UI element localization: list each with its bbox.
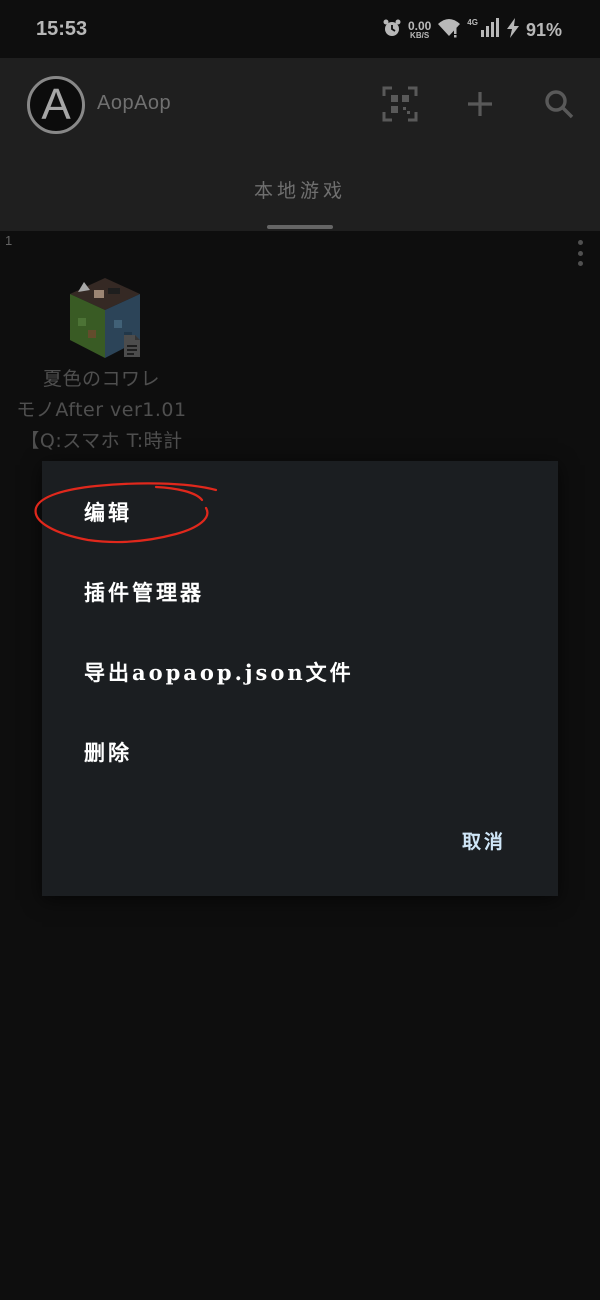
context-menu-dialog: 编辑 插件管理器 导出aopaop.json文件 删除 取消 (42, 461, 558, 896)
menu-item-edit[interactable]: 编辑 (84, 493, 132, 533)
screen: 15:53 0.00 KB/S 4G 91% A AopAop 本地游戏 1 夏… (0, 0, 600, 1300)
menu-item-delete[interactable]: 删除 (84, 733, 132, 773)
menu-item-export-json[interactable]: 导出aopaop.json文件 (84, 653, 354, 693)
cancel-button[interactable]: 取消 (462, 827, 506, 854)
menu-item-plugin-manager[interactable]: 插件管理器 (84, 573, 204, 613)
